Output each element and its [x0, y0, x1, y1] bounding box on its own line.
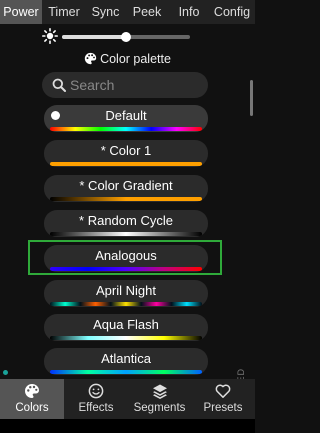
- bottom-tab-label: Segments: [133, 402, 186, 414]
- palette-gradient-bar: [50, 370, 202, 374]
- palette-label: * Random Cycle: [79, 213, 173, 228]
- palette-section-label: Color palette: [100, 52, 171, 66]
- bottom-tab-label: Effects: [78, 402, 114, 414]
- brightness-control: [0, 26, 255, 48]
- palette-item-atlantica[interactable]: Atlantica: [44, 348, 208, 375]
- brightness-slider-thumb[interactable]: [121, 32, 131, 42]
- palette-item-aqua-flash[interactable]: Aqua Flash: [44, 314, 208, 341]
- tab-config[interactable]: Config: [209, 0, 255, 24]
- tab-peek[interactable]: Peek: [125, 0, 169, 24]
- palette-gradient-bar: [50, 197, 202, 201]
- scrollbar-thumb[interactable]: [250, 80, 253, 116]
- search-icon: [52, 78, 66, 92]
- brightness-slider-fill: [62, 35, 126, 39]
- palette-label: Aqua Flash: [93, 317, 159, 332]
- system-nav-strip: [0, 419, 255, 433]
- palette-gradient-bar: [50, 232, 202, 236]
- palette-icon: [25, 384, 39, 398]
- palette-gradient-bar: [50, 336, 202, 340]
- brightness-slider[interactable]: [62, 32, 190, 42]
- tab-info[interactable]: Info: [169, 0, 209, 24]
- tab-timer[interactable]: Timer: [42, 0, 86, 24]
- bottom-tab-effects[interactable]: Effects: [64, 379, 128, 419]
- palette-item-color-1[interactable]: * Color 1: [44, 140, 208, 167]
- palette-search-box[interactable]: [42, 72, 208, 98]
- bottom-tab-label: Presets: [203, 402, 243, 414]
- palette-icon: [84, 52, 97, 65]
- bottom-tab-label: Colors: [15, 402, 49, 414]
- highlight-outline: [28, 240, 222, 275]
- bottom-tab-presets[interactable]: Presets: [191, 379, 255, 419]
- palette-gradient-bar: [50, 162, 202, 166]
- brightness-sun-icon: [42, 28, 58, 44]
- palette-item-random-cycle[interactable]: * Random Cycle: [44, 210, 208, 237]
- top-tab-bar: Power Timer Sync Peek Info Config: [0, 0, 255, 24]
- connection-status-dot: [3, 370, 8, 375]
- tab-power[interactable]: Power: [0, 0, 42, 24]
- heart-icon: [215, 384, 231, 398]
- palette-search-input[interactable]: [70, 72, 200, 98]
- palette-item-april-night[interactable]: April Night: [44, 280, 208, 307]
- bottom-tab-segments[interactable]: Segments: [128, 379, 191, 419]
- palette-label: * Color 1: [100, 143, 152, 158]
- palette-label: April Night: [96, 283, 156, 298]
- palette-gradient-bar: [50, 127, 202, 131]
- palette-section-title: Color palette: [0, 52, 255, 70]
- layers-icon: [152, 384, 167, 399]
- palette-gradient-bar: [50, 302, 202, 306]
- palette-label: * Color Gradient: [79, 178, 173, 193]
- tab-sync[interactable]: Sync: [86, 0, 125, 24]
- bottom-tab-colors[interactable]: Colors: [0, 379, 64, 419]
- palette-label: Atlantica: [101, 351, 151, 366]
- bottom-nav: Colors Effects Segments Presets: [0, 379, 255, 419]
- palette-item-color-gradient[interactable]: * Color Gradient: [44, 175, 208, 202]
- smiley-icon: [88, 383, 104, 399]
- palette-item-default[interactable]: Default: [44, 105, 208, 132]
- palette-label: Default: [105, 108, 147, 123]
